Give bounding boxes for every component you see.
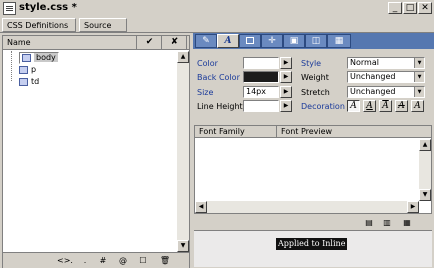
maximize-button[interactable]: □ xyxy=(403,2,417,14)
category-toolbar: ✎ A ✛ ▣ ◫ ▦ xyxy=(193,33,434,49)
decoration-label: Decoration xyxy=(301,102,345,111)
chevron-down-icon: ▼ xyxy=(414,58,424,68)
chevron-down-icon: ▼ xyxy=(414,72,424,82)
box-icon[interactable]: ▣ xyxy=(283,34,305,48)
at-rule-icon[interactable]: @ xyxy=(117,255,129,266)
style-select[interactable]: Normal ▼ xyxy=(347,57,425,69)
size-picker-button[interactable]: ▶ xyxy=(280,86,292,98)
name-column-header[interactable]: Name xyxy=(3,36,137,50)
stretch-label: Stretch xyxy=(301,88,330,97)
weight-select[interactable]: Unchanged ▼ xyxy=(347,71,425,83)
tab-label: Source xyxy=(84,21,112,30)
style-label: Style xyxy=(301,59,322,68)
font-family-list[interactable]: Font Family Font Preview ▲ ▼ ◀ ▶ xyxy=(194,125,432,214)
delete-font-icon[interactable]: ▦ xyxy=(401,218,413,228)
properties-panel: ✎ A ✛ ▣ ◫ ▦ Color ▶ Style Normal ▼ Back C… xyxy=(193,33,434,268)
document-icon xyxy=(3,2,16,15)
stretch-select[interactable]: Unchanged ▼ xyxy=(347,86,425,98)
css-rule-icon xyxy=(19,77,28,86)
size-label: Size xyxy=(197,88,214,97)
definitions-panel: Name ✔ ✘ body p td ▲ ▼ <>. . # @ ☐ 🗑 xyxy=(2,35,190,268)
tree-item-p[interactable]: p xyxy=(19,64,36,75)
class-selector-icon[interactable]: . xyxy=(79,255,91,266)
definitions-tree: body p td xyxy=(3,51,177,247)
scroll-right-button[interactable]: ▶ xyxy=(407,201,419,213)
scroll-left-button[interactable]: ◀ xyxy=(195,201,207,213)
decoration-none-button[interactable]: A xyxy=(347,100,360,112)
line-height-picker-button[interactable]: ▶ xyxy=(280,100,292,112)
font-preview-column-header[interactable]: Font Preview xyxy=(277,126,431,138)
decoration-underline-button[interactable]: A xyxy=(363,100,376,112)
preview-pane: Applied to Inline xyxy=(194,230,432,267)
window-title: style.css * xyxy=(19,2,77,13)
background-icon[interactable] xyxy=(239,34,261,48)
tab-source[interactable]: Source xyxy=(79,18,127,42)
tree-scrollbar[interactable]: ▲ ▼ xyxy=(177,51,189,252)
scroll-down-button[interactable]: ▼ xyxy=(177,240,189,252)
back-color-field[interactable] xyxy=(243,71,279,83)
title-bar: style.css * _ □ ✕ xyxy=(0,0,434,17)
tree-item-label: p xyxy=(31,65,37,74)
tree-item-label: td xyxy=(31,77,40,86)
css-editor-window: style.css * _ □ ✕ CSS Definitions Source… xyxy=(0,0,434,268)
minimize-button[interactable]: _ xyxy=(388,2,402,14)
preview-text: Applied to Inline xyxy=(276,238,348,250)
new-item-icon[interactable]: ☐ xyxy=(137,255,149,266)
tree-item-label: body xyxy=(34,53,58,62)
scroll-up-button[interactable]: ▲ xyxy=(177,51,189,63)
id-selector-icon[interactable]: # xyxy=(97,255,109,266)
delete-icon[interactable]: 🗑 xyxy=(159,255,171,266)
color-field[interactable] xyxy=(243,57,279,69)
chevron-down-icon: ▼ xyxy=(414,87,424,97)
style-value: Normal xyxy=(350,58,379,67)
font-category-button[interactable]: A xyxy=(217,34,239,48)
weight-value: Unchanged xyxy=(350,72,396,81)
scroll-up-button[interactable]: ▲ xyxy=(419,139,431,151)
tab-css-definitions[interactable]: CSS Definitions xyxy=(2,18,76,42)
tree-item-td[interactable]: td xyxy=(19,76,39,87)
font-list-hscrollbar[interactable]: ◀ ▶ xyxy=(195,201,419,213)
tree-item-body[interactable]: body xyxy=(19,52,59,64)
decoration-strikethrough-button[interactable]: A xyxy=(395,100,408,112)
decoration-overline-button[interactable]: A xyxy=(379,100,392,112)
stretch-value: Unchanged xyxy=(350,87,396,96)
line-height-label: Line Height xyxy=(197,102,243,111)
decoration-blink-button[interactable]: A xyxy=(411,100,424,112)
tag-selector-icon[interactable]: <>. xyxy=(57,255,73,266)
tree-footer-toolbar: <>. . # @ ☐ 🗑 xyxy=(3,252,189,268)
back-color-picker-button[interactable]: ▶ xyxy=(280,71,292,83)
edit-font-icon[interactable]: ▥ xyxy=(381,218,393,228)
font-family-column-header[interactable]: Font Family xyxy=(195,126,277,138)
font-list-vscrollbar[interactable]: ▲ ▼ xyxy=(419,139,431,201)
tab-label: CSS Definitions xyxy=(7,21,69,30)
check-column-header[interactable]: ✔ xyxy=(138,36,162,50)
scroll-down-button[interactable]: ▼ xyxy=(419,189,431,201)
pattern-icon[interactable]: ▦ xyxy=(327,34,351,48)
font-list-header: Font Family Font Preview xyxy=(195,126,431,138)
css-rule-icon xyxy=(19,65,28,74)
color-label: Color xyxy=(197,59,218,68)
add-font-icon[interactable]: ▤ xyxy=(363,218,375,228)
size-field[interactable]: 14px xyxy=(243,86,279,98)
position-icon[interactable]: ✛ xyxy=(261,34,283,48)
back-color-label: Back Color xyxy=(197,73,240,82)
color-picker-button[interactable]: ▶ xyxy=(280,57,292,69)
weight-label: Weight xyxy=(301,73,329,82)
tab-bar: CSS Definitions Source ? xyxy=(0,17,434,47)
pencil-icon[interactable]: ✎ xyxy=(195,34,217,48)
x-column-header[interactable]: ✘ xyxy=(163,36,187,50)
css-rule-icon xyxy=(22,53,31,62)
tree-header: Name ✔ ✘ xyxy=(3,36,189,50)
tree-line xyxy=(11,51,12,81)
line-height-field[interactable] xyxy=(243,100,279,112)
close-button[interactable]: ✕ xyxy=(418,2,432,14)
border-icon[interactable]: ◫ xyxy=(305,34,327,48)
